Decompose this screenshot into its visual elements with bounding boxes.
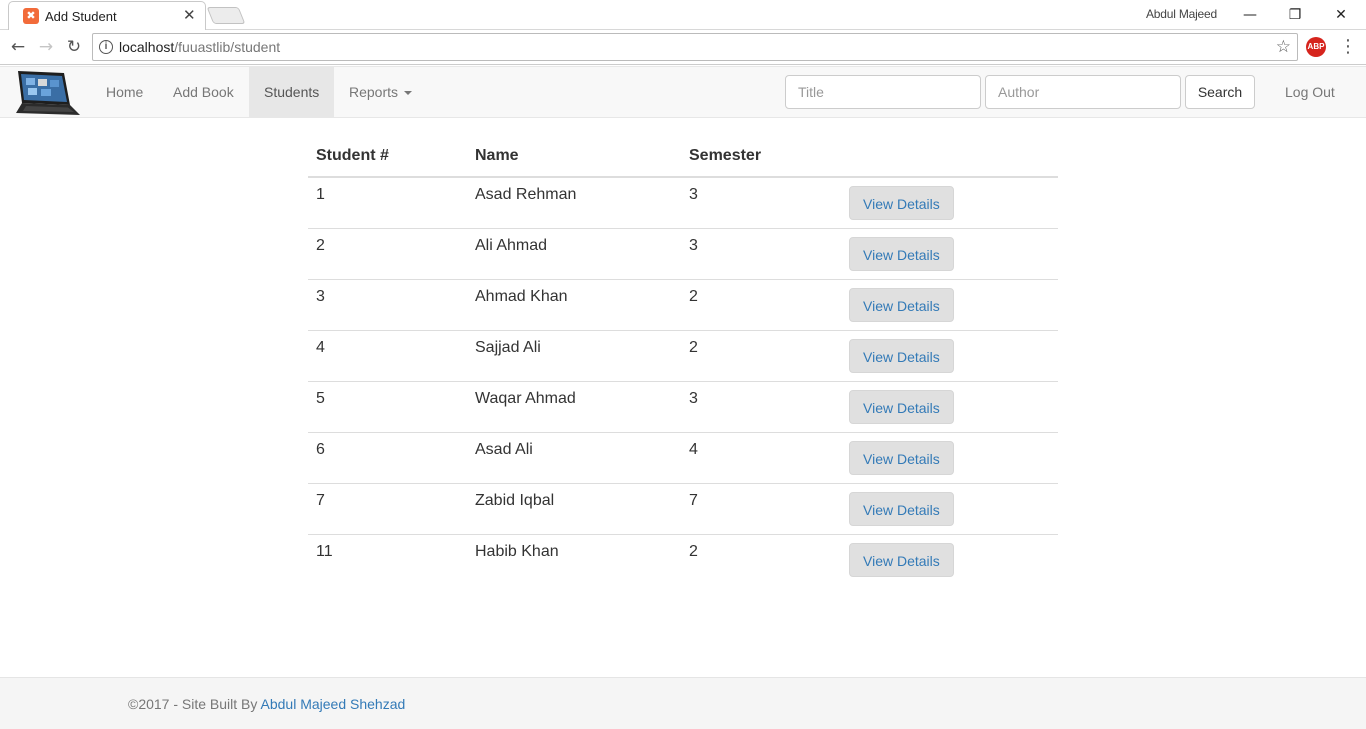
- tab-title: Add Student: [45, 9, 117, 24]
- table-row: 3 Ahmad Khan 2 View Details: [308, 278, 1058, 330]
- student-name-cell: Asad Rehman: [475, 186, 577, 203]
- window-close-icon[interactable]: ✕: [1318, 2, 1364, 28]
- info-icon[interactable]: i: [99, 40, 113, 54]
- browser-tab[interactable]: ✖ Add Student ✕: [8, 1, 206, 31]
- student-name-cell: Habib Khan: [467, 533, 681, 585]
- nav-reports-dropdown[interactable]: Reports: [334, 67, 427, 117]
- view-details-button[interactable]: View Details: [849, 542, 954, 577]
- view-details-button[interactable]: View Details: [849, 338, 954, 373]
- student-number-cell: 2: [308, 227, 467, 279]
- nav-home[interactable]: Home: [91, 67, 158, 117]
- back-arrow-icon[interactable]: ←: [7, 36, 29, 58]
- semester-cell: 3: [681, 380, 841, 432]
- bookmark-star-icon[interactable]: ☆: [1276, 37, 1291, 57]
- logout-link[interactable]: Log Out: [1270, 67, 1350, 117]
- reload-icon[interactable]: ↻: [63, 36, 85, 58]
- adblock-icon[interactable]: ABP: [1306, 37, 1326, 57]
- view-details-button[interactable]: View Details: [849, 440, 954, 475]
- student-name-cell: Waqar Ahmad: [467, 380, 681, 432]
- student-name-cell: Sajjad Ali: [467, 329, 681, 381]
- table-header-row: Student # Name Semester: [308, 136, 1058, 178]
- semester-cell: 7: [681, 482, 841, 534]
- footer-author-link[interactable]: Abdul Majeed Shehzad: [261, 696, 406, 712]
- semester-cell: 2: [681, 329, 841, 381]
- view-details-button[interactable]: View Details: [849, 491, 954, 526]
- view-details-button[interactable]: View Details: [849, 389, 954, 424]
- new-tab-button[interactable]: [206, 7, 246, 24]
- url-path: /fuuastlib/student: [174, 39, 281, 55]
- close-tab-icon[interactable]: ✕: [183, 6, 196, 24]
- student-name-cell: Zabid Iqbal: [467, 482, 681, 534]
- student-name-cell: Ahmad Khan: [467, 278, 681, 330]
- app-navbar: Home Add Book Students Reports Search Lo…: [0, 66, 1366, 118]
- restore-icon[interactable]: ❐: [1272, 2, 1318, 28]
- xampp-favicon-icon: ✖: [23, 8, 39, 24]
- students-table: Student # Name Semester 1 Asad Rehman 3 Vie…: [308, 136, 1058, 585]
- address-bar[interactable]: i localhost/fuuastlib/student ☆: [92, 33, 1298, 61]
- author-search-input[interactable]: [985, 75, 1181, 109]
- search-button[interactable]: Search: [1185, 75, 1255, 109]
- browser-titlebar: ✖ Add Student ✕ Abdul Majeed — ❐ ✕: [0, 0, 1366, 31]
- laptop-logo-icon[interactable]: [14, 69, 82, 117]
- actions-cell: View Details: [841, 482, 1058, 534]
- table-row: 7 Zabid Iqbal 7 View Details: [308, 482, 1058, 534]
- nav-reports-label: Reports: [349, 84, 399, 100]
- footer-copyright: ©2017 - Site Built By: [128, 696, 261, 712]
- minimize-icon[interactable]: —: [1227, 2, 1273, 28]
- actions-cell: View Details: [841, 227, 1058, 279]
- view-details-button[interactable]: View Details: [849, 236, 954, 271]
- semester-cell: 3: [681, 227, 841, 279]
- title-search-input[interactable]: [785, 75, 981, 109]
- actions-cell: View Details: [841, 329, 1058, 381]
- table-row: 4 Sajjad Ali 2 View Details: [308, 329, 1058, 381]
- student-number-cell: 3: [308, 278, 467, 330]
- table-row: 2 Ali Ahmad 3 View Details: [308, 227, 1058, 279]
- student-number-cell: 11: [308, 533, 467, 585]
- actions-cell: View Details: [841, 380, 1058, 432]
- profile-name[interactable]: Abdul Majeed: [1146, 7, 1217, 21]
- student-name-cell: Ali Ahmad: [467, 227, 681, 279]
- view-details-button[interactable]: View Details: [849, 186, 954, 220]
- header-student-number: Student #: [308, 136, 467, 178]
- browser-menu-icon[interactable]: ⋮: [1338, 36, 1358, 58]
- page-footer: ©2017 - Site Built By Abdul Majeed Shehz…: [0, 677, 1366, 729]
- student-number-cell: 5: [308, 380, 467, 432]
- header-actions: [841, 136, 1058, 178]
- header-name: Name: [467, 136, 681, 178]
- actions-cell: View Details: [841, 278, 1058, 330]
- semester-cell: 3: [689, 186, 698, 203]
- actions-cell: View Details: [841, 431, 1058, 483]
- url-host: localhost: [119, 39, 175, 55]
- table-row: 1 Asad Rehman 3 View Details: [308, 177, 1058, 228]
- actions-cell: View Details: [841, 177, 1058, 228]
- caret-down-icon: [404, 91, 413, 96]
- student-name-cell: Asad Ali: [467, 431, 681, 483]
- browser-toolbar: ← → ↻ i localhost/fuuastlib/student ☆ AB…: [0, 30, 1366, 65]
- view-details-button[interactable]: View Details: [849, 287, 954, 322]
- header-semester: Semester: [681, 136, 841, 178]
- forward-arrow-icon[interactable]: →: [35, 36, 57, 58]
- nav-add-book[interactable]: Add Book: [158, 67, 249, 117]
- table-row: 6 Asad Ali 4 View Details: [308, 431, 1058, 483]
- student-number-cell: 4: [308, 329, 467, 381]
- student-number-cell: 6: [308, 431, 467, 483]
- semester-cell: 2: [681, 278, 841, 330]
- nav-students[interactable]: Students: [249, 67, 334, 117]
- url-text[interactable]: localhost/fuuastlib/student: [119, 39, 280, 55]
- student-number-cell: 1: [316, 186, 325, 203]
- table-row: 5 Waqar Ahmad 3 View Details: [308, 380, 1058, 432]
- table-row: 11 Habib Khan 2 View Details: [308, 533, 1058, 585]
- student-number-cell: 7: [308, 482, 467, 534]
- semester-cell: 2: [681, 533, 841, 585]
- actions-cell: View Details: [841, 533, 1058, 585]
- semester-cell: 4: [681, 431, 841, 483]
- footer-text: ©2017 - Site Built By Abdul Majeed Shehz…: [128, 696, 405, 712]
